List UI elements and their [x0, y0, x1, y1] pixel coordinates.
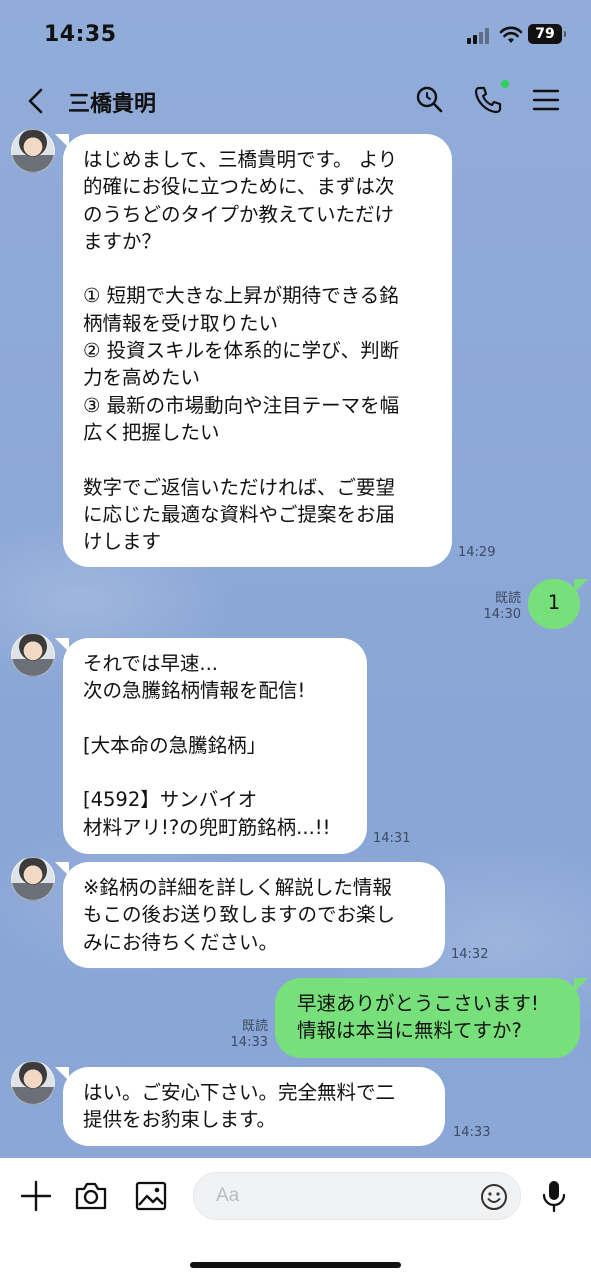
emoji-icon[interactable] [480, 1183, 508, 1211]
message-bubble-own[interactable]: 早速ありがとうこさいます! 情報は本当に無料てすか? [275, 978, 588, 1058]
read-receipt: 既読 [241, 1019, 268, 1034]
menu-icon[interactable] [530, 84, 562, 116]
plus-icon[interactable] [18, 1178, 54, 1214]
avatar[interactable] [11, 129, 55, 173]
message-bubble-own[interactable]: 1 [528, 579, 588, 629]
status-bar: 14:35 79 [0, 0, 591, 70]
message-bubble[interactable]: はじめまして、三橋貴明です。 より 的確にお役に立つために、まずは次 のうちどの… [55, 134, 452, 567]
chat-title: 三橋貴明 [68, 92, 157, 117]
battery-indicator: 79 [528, 24, 566, 44]
wifi-icon [499, 26, 523, 43]
back-icon[interactable] [22, 86, 50, 116]
message-time: 14:32 [451, 947, 489, 962]
avatar[interactable] [11, 633, 55, 677]
message-bubble[interactable]: ※銘柄の詳細を詳しく解説した情報 もこの後お送り致しますのでお楽し みにお待ちく… [55, 862, 445, 968]
online-status-dot [501, 80, 509, 88]
message-bubble[interactable]: はい。ご安心下さい。完全無料で二 提供をお豹束します。 [55, 1067, 445, 1146]
message-time: 14:29 [458, 545, 496, 560]
message-time: 14:33 [453, 1125, 491, 1140]
message-input[interactable] [194, 1173, 454, 1219]
signal-icon [467, 28, 491, 44]
home-indicator [190, 1262, 401, 1268]
message-time: 14:33 [230, 1035, 268, 1050]
microphone-icon[interactable] [536, 1178, 572, 1214]
avatar[interactable] [11, 1061, 55, 1105]
avatar[interactable] [11, 857, 55, 901]
status-time: 14:35 [44, 22, 117, 47]
image-icon[interactable] [133, 1178, 169, 1214]
message-time: 14:30 [483, 607, 521, 622]
read-receipt: 既読 [494, 591, 521, 606]
message-bubble[interactable]: それでは早速... 次の急騰銘柄情報を配信! [大本命の急騰銘柄」 [4592】… [55, 638, 367, 854]
message-input-container[interactable] [193, 1172, 521, 1220]
camera-icon[interactable] [73, 1178, 109, 1214]
search-icon[interactable] [413, 84, 445, 116]
message-time: 14:31 [373, 831, 411, 846]
phone-icon[interactable] [472, 84, 504, 116]
